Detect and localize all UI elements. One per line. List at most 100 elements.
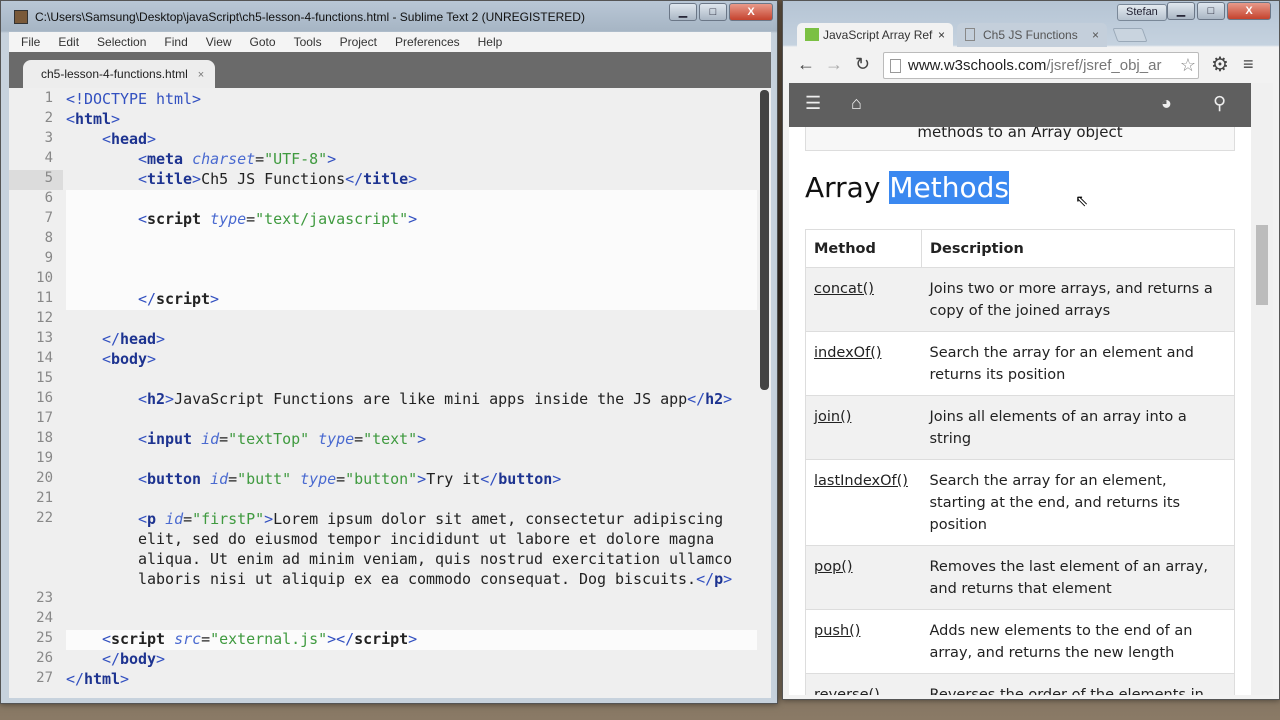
code-token: head <box>120 330 157 348</box>
code-token: html <box>75 110 112 128</box>
page-scrollbar[interactable] <box>1251 83 1273 695</box>
browser-maximize-button[interactable]: □ <box>1197 2 1225 20</box>
code-line[interactable] <box>66 610 757 630</box>
code-line[interactable] <box>66 590 757 610</box>
line-number: 23 <box>36 590 53 606</box>
bookmark-star-icon[interactable]: ☆ <box>1180 55 1196 76</box>
settings-gear-icon[interactable]: ⚙ <box>1211 52 1229 77</box>
code-line[interactable]: </head> <box>66 330 757 350</box>
tab-ch5-js-functions[interactable]: Ch5 JS Functions × <box>957 23 1107 47</box>
tab-label: Ch5 JS Functions <box>983 28 1078 42</box>
heading-text: Array <box>805 171 890 204</box>
code-line[interactable] <box>66 270 757 290</box>
code-token: > <box>417 430 427 448</box>
menu-view[interactable]: View <box>195 32 239 52</box>
menu-goto[interactable]: Goto <box>239 32 283 52</box>
scrollbar-thumb[interactable] <box>1256 225 1268 305</box>
menu-find[interactable]: Find <box>153 32 194 52</box>
tab-javascript-array-ref[interactable]: JavaScript Array Ref × <box>797 23 953 47</box>
code-line[interactable]: <script src="external.js"></script> <box>66 630 757 650</box>
code-line[interactable]: <button id="butt" type="button">Try it</… <box>66 470 757 490</box>
search-icon[interactable]: ⚲ <box>1213 93 1226 114</box>
code-token: title <box>147 170 193 188</box>
line-number: 26 <box>36 650 53 666</box>
profile-button[interactable]: Stefan <box>1117 4 1167 21</box>
code-line[interactable] <box>66 250 757 270</box>
menu-file[interactable]: File <box>9 32 47 52</box>
code-line[interactable] <box>66 190 757 210</box>
code-token: meta <box>147 150 184 168</box>
close-tab-icon[interactable]: × <box>198 69 204 81</box>
code-token: > <box>408 210 418 228</box>
code-line[interactable]: <head> <box>66 130 757 150</box>
code-line[interactable]: <meta charset="UTF-8"> <box>66 150 757 170</box>
editor-scrollbar[interactable] <box>760 90 769 390</box>
code-token: title <box>363 170 409 188</box>
code-line[interactable]: </script> <box>66 290 757 310</box>
method-link[interactable]: lastIndexOf() <box>814 473 908 489</box>
code-line[interactable]: <body> <box>66 350 757 370</box>
code-line[interactable]: <h2>JavaScript Functions are like mini a… <box>66 390 757 410</box>
menu-help[interactable]: Help <box>467 32 510 52</box>
method-link[interactable]: concat() <box>814 281 874 297</box>
method-link[interactable]: join() <box>814 409 851 425</box>
menu-tools[interactable]: Tools <box>283 32 329 52</box>
code-line[interactable]: elit, sed do eiusmod tempor incididunt u… <box>66 530 757 550</box>
back-icon[interactable]: ← <box>797 54 815 75</box>
code-line[interactable]: </body> <box>66 650 757 670</box>
code-line[interactable] <box>66 490 757 510</box>
code-line[interactable] <box>66 370 757 390</box>
code-editor[interactable]: 1 <!DOCTYPE html> 2 <html> 3 <head> 4 <meta c… <box>9 88 771 698</box>
home-icon[interactable]: ⌂ <box>851 93 862 114</box>
browser-close-button[interactable]: X <box>1227 2 1271 20</box>
browser-minimize-button[interactable]: ▁ <box>1167 2 1195 20</box>
chrome-menu-icon[interactable]: ≡ <box>1243 54 1254 75</box>
line-number: 2 <box>44 110 53 126</box>
menu-edit[interactable]: Edit <box>47 32 86 52</box>
code-line[interactable]: <script type="text/javascript"> <box>66 210 757 230</box>
code-token: id <box>210 470 229 488</box>
line-number: 17 <box>36 410 53 426</box>
code-token: = <box>246 210 256 228</box>
menu-project[interactable]: Project <box>329 32 384 52</box>
code-line[interactable] <box>66 230 757 250</box>
method-link[interactable]: indexOf() <box>814 345 882 361</box>
reload-icon[interactable]: ↻ <box>855 54 870 75</box>
code-line[interactable]: <title>Ch5 JS Functions</title> <box>66 170 757 190</box>
close-button[interactable]: X <box>729 3 773 21</box>
code-line[interactable]: laboris nisi ut aliquip ex ea commodo co… <box>66 570 757 590</box>
method-link[interactable]: push() <box>814 623 860 639</box>
address-bar[interactable]: www.w3schools.com/jsref/jsref_obj_ar ☆ <box>883 52 1199 79</box>
new-tab-button[interactable] <box>1112 28 1148 42</box>
code-line[interactable]: </html> <box>66 670 757 690</box>
code-token: = <box>336 470 346 488</box>
maximize-button[interactable]: □ <box>699 3 727 21</box>
file-tab[interactable]: ch5-lesson-4-functions.html × <box>23 60 215 88</box>
code-token: > <box>111 110 121 128</box>
menu-selection[interactable]: Selection <box>86 32 153 52</box>
close-tab-icon[interactable]: × <box>1092 28 1099 42</box>
code-line[interactable]: <!DOCTYPE html> <box>66 90 757 110</box>
hamburger-menu-icon[interactable]: ☰ <box>805 93 821 114</box>
menu-preferences[interactable]: Preferences <box>384 32 467 52</box>
code-line[interactable]: <input id="textTop" type="text"> <box>66 430 757 450</box>
close-tab-icon[interactable]: × <box>938 28 945 42</box>
method-link[interactable]: reverse() <box>814 687 880 695</box>
method-link[interactable]: pop() <box>814 559 853 575</box>
globe-icon[interactable]: ◕ <box>1161 93 1172 114</box>
code-line[interactable]: <html> <box>66 110 757 130</box>
code-line[interactable]: aliqua. Ut enim ad minim veniam, quis no… <box>66 550 757 570</box>
code-line[interactable] <box>66 410 757 430</box>
code-token: > <box>408 630 418 648</box>
code-token: > <box>723 570 733 588</box>
code-line[interactable] <box>66 450 757 470</box>
forward-icon[interactable]: → <box>825 54 843 75</box>
code-line[interactable] <box>66 310 757 330</box>
code-token: < <box>102 130 112 148</box>
minimize-button[interactable]: ▁ <box>669 3 697 21</box>
code-line[interactable]: <p id="firstP">Lorem ipsum dolor sit ame… <box>66 510 757 530</box>
code-token: < <box>138 510 148 528</box>
